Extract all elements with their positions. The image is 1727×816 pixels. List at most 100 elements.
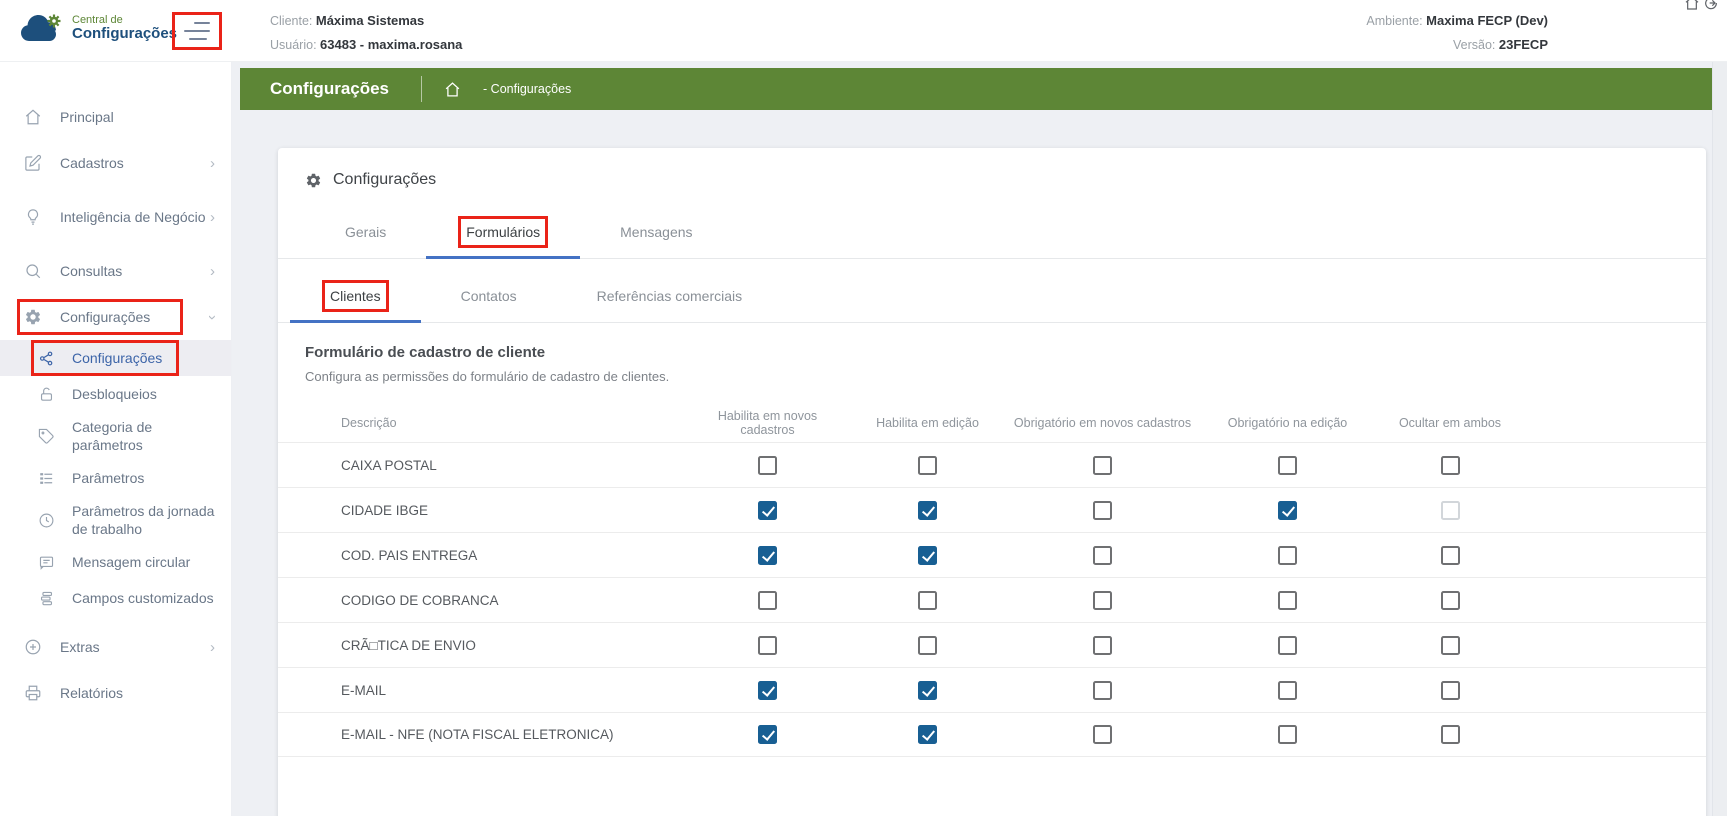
sidebar-item-consultas[interactable]: Consultas ›: [0, 248, 231, 294]
checkbox[interactable]: [1093, 725, 1112, 744]
home-icon[interactable]: [1684, 0, 1700, 11]
app-logo: Central de Configurações: [18, 12, 177, 44]
sidebar-item-label: Relatórios: [60, 684, 215, 702]
edit-icon: [24, 154, 42, 172]
sidebar-item-label: Parâmetros da jornada de trabalho: [72, 502, 215, 538]
tab-label: Clientes: [330, 288, 381, 304]
chevron-right-icon: ›: [210, 263, 215, 280]
row-label: CAIXA POSTAL: [278, 458, 690, 473]
sidebar-subitem-parametros[interactable]: Parâmetros: [0, 460, 231, 496]
tab-mensagens[interactable]: Mensagens: [580, 208, 732, 258]
annotation-box: Configurações: [24, 306, 176, 328]
tab-clientes[interactable]: Clientes: [290, 272, 421, 322]
sidebar-item-relatorios[interactable]: Relatórios: [0, 670, 231, 716]
checkbox[interactable]: [758, 546, 777, 565]
client-value: Máxima Sistemas: [316, 13, 424, 28]
sidebar-item-label: Cadastros: [60, 154, 206, 172]
home-icon[interactable]: [444, 81, 461, 98]
row-label: CIDADE IBGE: [278, 503, 690, 518]
search-icon: [24, 262, 42, 280]
checkbox[interactable]: [1441, 591, 1460, 610]
column-header: Obrigatório em novos cadastros: [1010, 416, 1195, 430]
checkbox[interactable]: [758, 725, 777, 744]
sidebar-subitem-mensagem-circular[interactable]: Mensagem circular: [0, 544, 231, 580]
sidebar-item-label: Mensagem circular: [72, 553, 215, 571]
gear-icon: [305, 172, 322, 189]
sidebar-item-label: Configurações: [72, 349, 162, 367]
checkbox[interactable]: [1093, 501, 1112, 520]
settings-card: Configurações Gerais Formulários Mensage…: [278, 148, 1706, 816]
checkbox[interactable]: [758, 456, 777, 475]
row-label: E-MAIL - NFE (NOTA FISCAL ELETRONICA): [278, 727, 690, 742]
share-network-icon: [38, 350, 56, 367]
permissions-table: Descrição Habilita em novos cadastros Ha…: [278, 404, 1706, 757]
sidebar-subitem-campos-customizados[interactable]: Campos customizados: [0, 580, 231, 616]
sidebar-item-principal[interactable]: Principal: [0, 94, 231, 140]
sidebar-item-cadastros[interactable]: Cadastros ›: [0, 140, 231, 186]
annotation-box: Configurações: [38, 347, 172, 369]
checkbox[interactable]: [758, 636, 777, 655]
checkbox[interactable]: [1441, 681, 1460, 700]
table-row: CAIXA POSTAL: [278, 442, 1706, 487]
checkbox[interactable]: [918, 636, 937, 655]
sub-tabs: Clientes Contatos Referências comerciais: [278, 272, 1706, 323]
checkbox[interactable]: [918, 725, 937, 744]
sidebar-item-inteligencia-de-negocio[interactable]: Inteligência de Negócio ›: [0, 186, 231, 248]
checkbox[interactable]: [1093, 681, 1112, 700]
checkbox[interactable]: [1093, 546, 1112, 565]
checkbox[interactable]: [758, 591, 777, 610]
tab-referencias-comerciais[interactable]: Referências comerciais: [557, 272, 783, 322]
checkbox[interactable]: [1441, 501, 1460, 520]
checkbox[interactable]: [1441, 456, 1460, 475]
tab-label: Gerais: [345, 224, 386, 240]
checkbox[interactable]: [1278, 456, 1297, 475]
sidebar: Principal Cadastros › Inteligência de Ne…: [0, 62, 232, 816]
section-title: Formulário de cadastro de cliente: [305, 344, 1679, 361]
table-row: CIDADE IBGE: [278, 487, 1706, 532]
column-header: Habilita em edição: [845, 416, 1010, 430]
checkbox[interactable]: [1278, 591, 1297, 610]
checkbox[interactable]: [1093, 636, 1112, 655]
sidebar-item-extras[interactable]: Extras ›: [0, 624, 231, 670]
checkbox[interactable]: [918, 456, 937, 475]
checkbox[interactable]: [1278, 636, 1297, 655]
tab-gerais[interactable]: Gerais: [305, 208, 426, 258]
sidebar-item-label: Campos customizados: [72, 589, 215, 607]
sidebar-item-label: Parâmetros: [72, 469, 215, 487]
checkbox[interactable]: [1093, 456, 1112, 475]
version-value: 23FECP: [1499, 37, 1548, 52]
tab-contatos[interactable]: Contatos: [421, 272, 557, 322]
checkbox[interactable]: [1441, 725, 1460, 744]
checkbox[interactable]: [1093, 591, 1112, 610]
client-label: Cliente:: [270, 14, 312, 28]
checkbox[interactable]: [918, 546, 937, 565]
chevron-down-icon: ›: [204, 315, 221, 320]
checkbox[interactable]: [918, 591, 937, 610]
column-header: Ocultar em ambos: [1380, 416, 1520, 430]
logo-line2: Configurações: [72, 26, 177, 42]
page-title: Configurações: [240, 79, 421, 99]
checkbox[interactable]: [918, 501, 937, 520]
sidebar-subitem-parametros-da-jornada[interactable]: Parâmetros da jornada de trabalho: [0, 496, 231, 544]
checkbox[interactable]: [1278, 501, 1297, 520]
sidebar-subitem-categoria-de-parametros[interactable]: Categoria de parâmetros: [0, 412, 231, 460]
checkbox[interactable]: [758, 501, 777, 520]
checkbox[interactable]: [1278, 725, 1297, 744]
checkbox[interactable]: [918, 681, 937, 700]
scrollbar[interactable]: [1712, 62, 1727, 816]
tab-formularios[interactable]: Formulários: [426, 208, 580, 258]
tab-label: Mensagens: [620, 224, 692, 240]
sidebar-subitem-configuracoes[interactable]: Configurações: [0, 340, 231, 376]
checkbox[interactable]: [1441, 546, 1460, 565]
checkbox[interactable]: [1278, 681, 1297, 700]
hamburger-menu-icon[interactable]: [180, 20, 214, 42]
chevron-right-icon: ›: [210, 155, 215, 172]
sidebar-item-configuracoes[interactable]: Configurações ›: [0, 294, 231, 340]
checkbox[interactable]: [758, 681, 777, 700]
checkbox[interactable]: [1278, 546, 1297, 565]
env-label: Ambiente:: [1366, 14, 1422, 28]
tab-label: Contatos: [461, 288, 517, 304]
sidebar-subitem-desbloqueios[interactable]: Desbloqueios: [0, 376, 231, 412]
logout-icon[interactable]: [1703, 0, 1719, 11]
checkbox[interactable]: [1441, 636, 1460, 655]
